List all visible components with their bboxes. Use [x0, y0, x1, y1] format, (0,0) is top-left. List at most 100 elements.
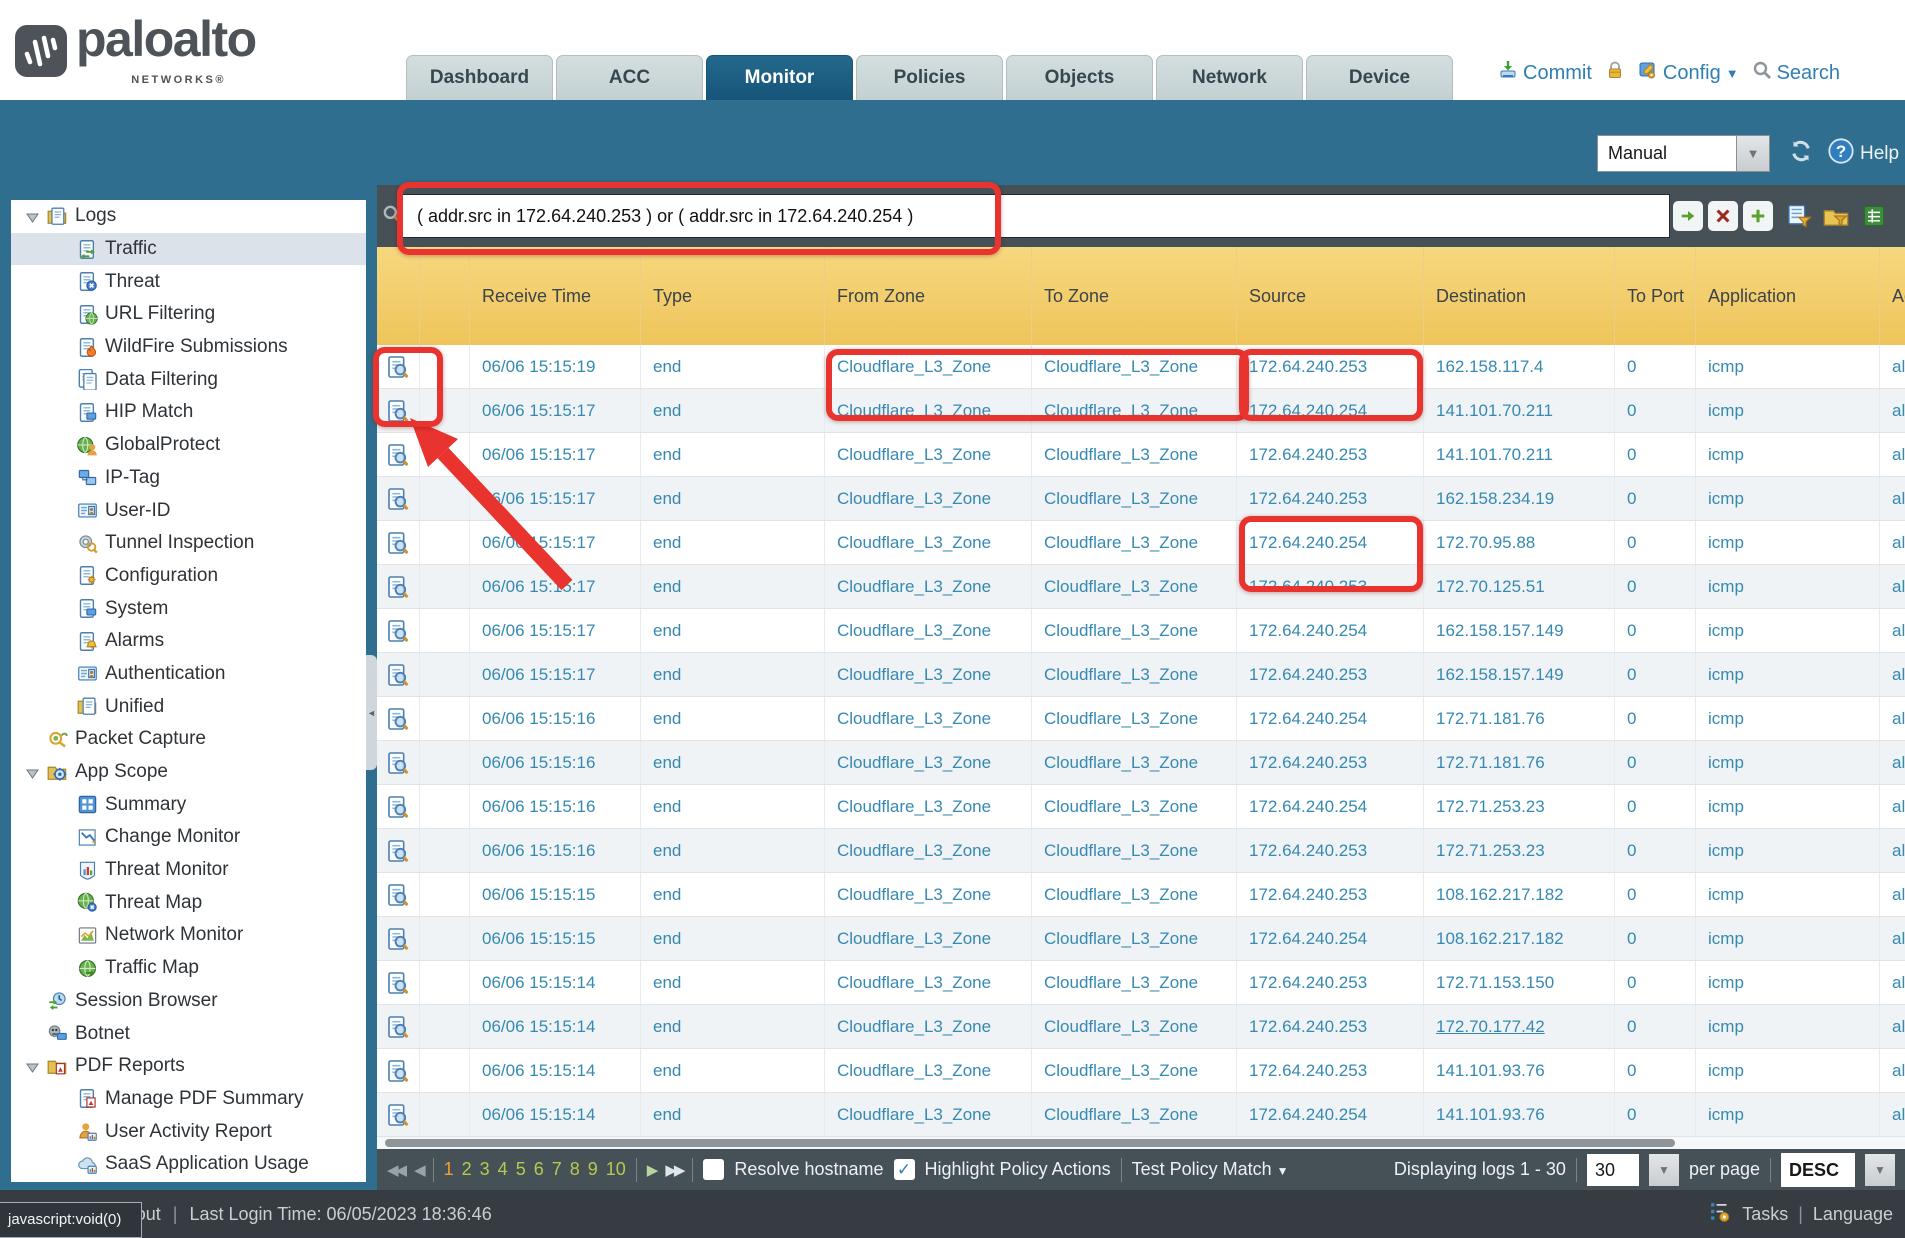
sidebar-item-traffic[interactable]: Traffic	[11, 233, 366, 266]
expander-triangle-icon[interactable]	[25, 209, 40, 224]
cell-to-zone[interactable]: Cloudflare_L3_Zone	[1032, 961, 1237, 1004]
cell-to-port[interactable]: 0	[1615, 873, 1696, 916]
column-header-to-port[interactable]: To Port	[1615, 247, 1696, 345]
cell-receive-time[interactable]: 06/06 15:15:17	[470, 653, 641, 696]
cell-receive-time[interactable]: 06/06 15:15:16	[470, 829, 641, 872]
tab-network[interactable]: Network	[1156, 55, 1303, 100]
cell-receive-time[interactable]: 06/06 15:15:17	[470, 565, 641, 608]
config-button[interactable]: Config ▼	[1638, 60, 1739, 86]
cell-type[interactable]: end	[641, 521, 825, 564]
tab-dashboard[interactable]: Dashboard	[406, 55, 553, 100]
cell-destination[interactable]: 172.70.95.88	[1424, 521, 1615, 564]
cell-application[interactable]: icmp	[1696, 873, 1880, 916]
cell-type[interactable]: end	[641, 1005, 825, 1048]
sidebar-item-session-browser[interactable]: Session Browser	[11, 985, 366, 1018]
cell-receive-time[interactable]: 06/06 15:15:16	[470, 785, 641, 828]
cell-to-zone[interactable]: Cloudflare_L3_Zone	[1032, 873, 1237, 916]
cell-action[interactable]: allow	[1880, 389, 1905, 432]
cell-type[interactable]: end	[641, 477, 825, 520]
cell-from-zone[interactable]: Cloudflare_L3_Zone	[825, 829, 1032, 872]
cell-from-zone[interactable]: Cloudflare_L3_Zone	[825, 345, 1032, 388]
apply-filter-button[interactable]	[1673, 201, 1703, 231]
refresh-mode-dropdown-button[interactable]: ▼	[1737, 135, 1770, 172]
cell-type[interactable]: end	[641, 829, 825, 872]
cell-to-zone[interactable]: Cloudflare_L3_Zone	[1032, 477, 1237, 520]
sidebar-item-packet-capture[interactable]: Packet Capture	[11, 723, 366, 756]
cell-action[interactable]: allow	[1880, 829, 1905, 872]
cell-receive-time[interactable]: 06/06 15:15:15	[470, 873, 641, 916]
cell-application[interactable]: icmp	[1696, 961, 1880, 1004]
cell-to-zone[interactable]: Cloudflare_L3_Zone	[1032, 653, 1237, 696]
cell-application[interactable]: icmp	[1696, 609, 1880, 652]
cell-from-zone[interactable]: Cloudflare_L3_Zone	[825, 521, 1032, 564]
sort-order-select[interactable]: DESC	[1781, 1153, 1855, 1187]
cell-destination[interactable]: 172.71.153.150	[1424, 961, 1615, 1004]
page-number-10[interactable]: 10	[606, 1159, 626, 1180]
cell-to-port[interactable]: 0	[1615, 961, 1696, 1004]
column-header-action[interactable]: Action	[1880, 247, 1905, 345]
cell-application[interactable]: icmp	[1696, 345, 1880, 388]
help-button[interactable]: ? Help	[1828, 138, 1899, 170]
log-detail-icon[interactable]	[377, 521, 420, 564]
cell-receive-time[interactable]: 06/06 15:15:17	[470, 609, 641, 652]
expander-triangle-icon[interactable]	[25, 765, 40, 780]
cell-action[interactable]: allow	[1880, 653, 1905, 696]
clear-filter-button[interactable]	[1708, 201, 1738, 231]
cell-to-port[interactable]: 0	[1615, 785, 1696, 828]
cell-source[interactable]: 172.64.240.253	[1237, 1049, 1424, 1092]
cell-to-port[interactable]: 0	[1615, 389, 1696, 432]
cell-receive-time[interactable]: 06/06 15:15:19	[470, 345, 641, 388]
cell-source[interactable]: 172.64.240.254	[1237, 1093, 1424, 1136]
cell-action[interactable]: allow	[1880, 1049, 1905, 1092]
cell-destination[interactable]: 172.71.253.23	[1424, 829, 1615, 872]
cell-to-port[interactable]: 0	[1615, 565, 1696, 608]
tab-policies[interactable]: Policies	[856, 55, 1003, 100]
sidebar-item-saas-application-usage[interactable]: SaaS Application Usage	[11, 1148, 366, 1181]
sidebar-item-botnet[interactable]: Botnet	[11, 1017, 366, 1050]
cell-to-zone[interactable]: Cloudflare_L3_Zone	[1032, 609, 1237, 652]
cell-source[interactable]: 172.64.240.253	[1237, 477, 1424, 520]
cell-source[interactable]: 172.64.240.253	[1237, 829, 1424, 872]
column-header-application[interactable]: Application	[1696, 247, 1880, 345]
cell-to-port[interactable]: 0	[1615, 1049, 1696, 1092]
cell-to-port[interactable]: 0	[1615, 433, 1696, 476]
cell-destination[interactable]: 162.158.234.19	[1424, 477, 1615, 520]
log-detail-icon[interactable]	[377, 389, 420, 432]
cell-action[interactable]: allow	[1880, 521, 1905, 564]
page-number-8[interactable]: 8	[570, 1159, 580, 1180]
export-button[interactable]	[1859, 201, 1889, 231]
horizontal-scrollbar[interactable]	[377, 1137, 1905, 1149]
sidebar-item-data-filtering[interactable]: Data Filtering	[11, 363, 366, 396]
cell-type[interactable]: end	[641, 785, 825, 828]
sidebar-item-pdf-reports[interactable]: PDF Reports	[11, 1050, 366, 1083]
cell-to-zone[interactable]: Cloudflare_L3_Zone	[1032, 345, 1237, 388]
cell-destination[interactable]: 172.71.181.76	[1424, 741, 1615, 784]
cell-source[interactable]: 172.64.240.253	[1237, 653, 1424, 696]
tasks-button[interactable]: Tasks	[1742, 1204, 1788, 1225]
cell-to-port[interactable]: 0	[1615, 697, 1696, 740]
cell-source[interactable]: 172.64.240.253	[1237, 961, 1424, 1004]
cell-destination[interactable]: 172.71.253.23	[1424, 785, 1615, 828]
cell-destination[interactable]: 162.158.117.4	[1424, 345, 1615, 388]
cell-source[interactable]: 172.64.240.253	[1237, 1005, 1424, 1048]
cell-from-zone[interactable]: Cloudflare_L3_Zone	[825, 1005, 1032, 1048]
sidebar-item-tunnel-inspection[interactable]: Tunnel Inspection	[11, 527, 366, 560]
cell-type[interactable]: end	[641, 653, 825, 696]
sort-order-dropdown-button[interactable]: ▼	[1865, 1154, 1895, 1186]
lock-icon[interactable]	[1605, 60, 1625, 86]
cell-source[interactable]: 172.64.240.253	[1237, 433, 1424, 476]
cell-to-port[interactable]: 0	[1615, 345, 1696, 388]
sidebar-item-change-monitor[interactable]: Change Monitor	[11, 821, 366, 854]
cell-receive-time[interactable]: 06/06 15:15:17	[470, 521, 641, 564]
sidebar-item-manage-pdf-summary[interactable]: Manage PDF Summary	[11, 1083, 366, 1116]
column-header-from-zone[interactable]: From Zone	[825, 247, 1032, 345]
cell-to-port[interactable]: 0	[1615, 917, 1696, 960]
cell-destination[interactable]: 141.101.93.76	[1424, 1049, 1615, 1092]
cell-type[interactable]: end	[641, 565, 825, 608]
commit-button[interactable]: Commit	[1498, 60, 1592, 86]
cell-receive-time[interactable]: 06/06 15:15:16	[470, 741, 641, 784]
cell-receive-time[interactable]: 06/06 15:15:14	[470, 1005, 641, 1048]
search-button[interactable]: Search	[1752, 60, 1840, 86]
sidebar-item-alarms[interactable]: Alarms	[11, 625, 366, 658]
cell-type[interactable]: end	[641, 697, 825, 740]
